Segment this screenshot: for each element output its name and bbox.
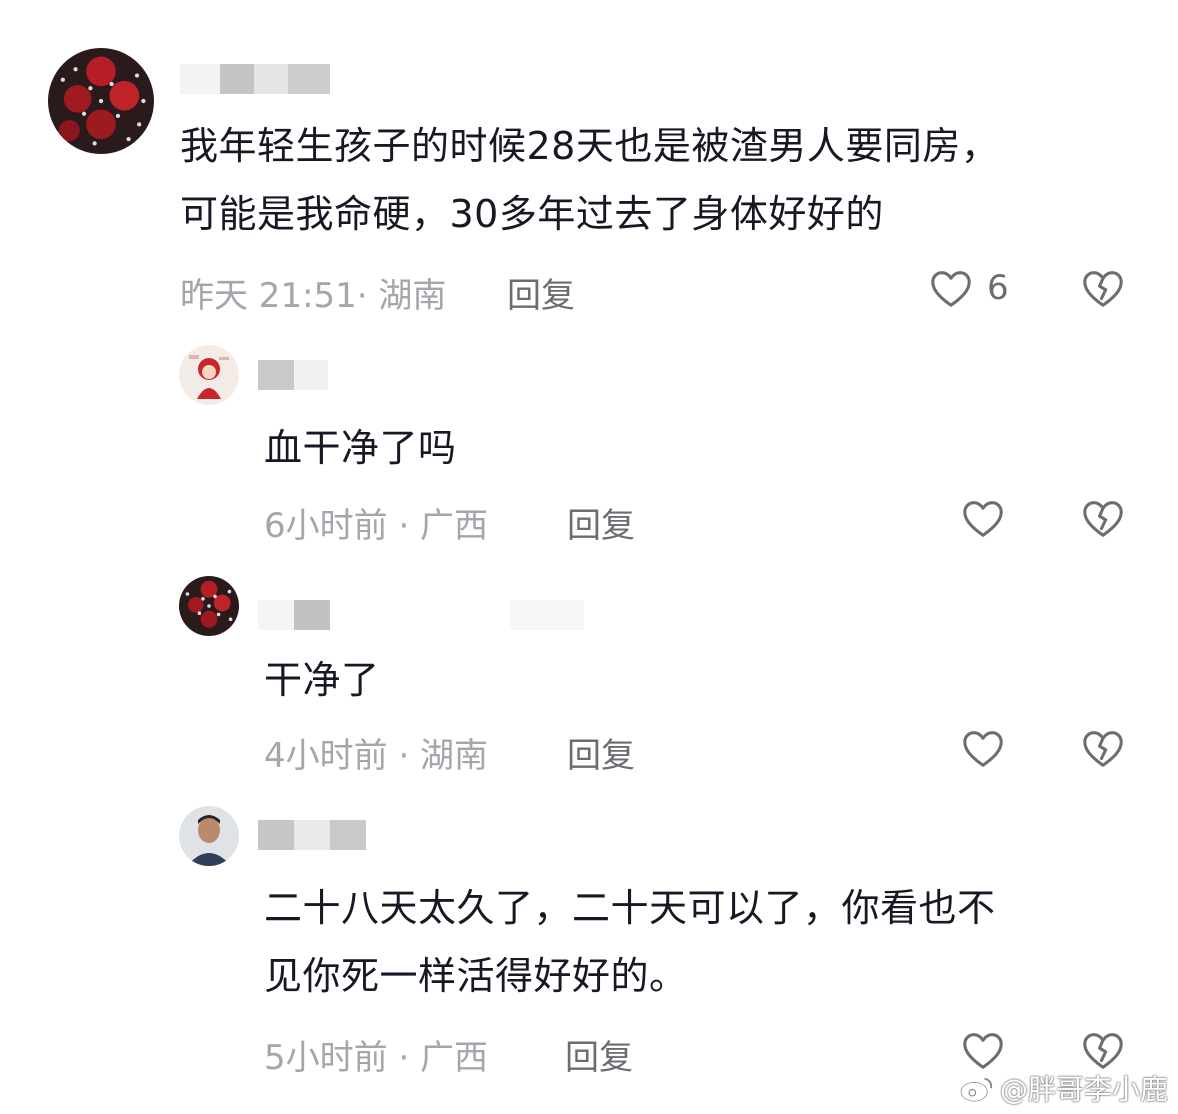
comment-meta: 4小时前 · 湖南 — [264, 736, 489, 776]
avatar-roses-image — [48, 48, 154, 154]
like-count: 6 — [987, 268, 1009, 308]
reply-button[interactable]: 回复 — [567, 728, 635, 777]
reply-comment-1: 血干净了吗 6小时前 · 广西 回复 — [0, 330, 1178, 560]
reply-button[interactable]: 回复 — [567, 498, 635, 547]
avatar-man-photo-image — [179, 806, 239, 866]
reply-button[interactable]: 回复 — [565, 1030, 633, 1079]
heart-outline-icon[interactable] — [960, 496, 1006, 542]
broken-heart-icon[interactable] — [1080, 266, 1126, 312]
username-redacted[interactable] — [258, 820, 366, 850]
avatar-roses-image — [179, 576, 239, 636]
broken-heart-icon[interactable] — [1080, 496, 1126, 542]
avatar-cartoon-girl-image — [179, 345, 239, 405]
username-redacted[interactable] — [258, 600, 584, 630]
comment-meta: 5小时前 · 广西 — [264, 1038, 489, 1078]
username-redacted[interactable] — [180, 64, 330, 94]
heart-outline-icon[interactable] — [928, 266, 974, 312]
comment-meta: 6小时前 · 广西 — [264, 506, 489, 546]
comment-text: 二十八天太久了，二十天可以了，你看也不 见你死一样活得好好的。 — [264, 886, 996, 998]
weibo-logo-icon — [959, 1077, 993, 1103]
broken-heart-icon[interactable] — [1080, 726, 1126, 772]
heart-outline-icon[interactable] — [960, 726, 1006, 772]
username-redacted[interactable] — [258, 360, 328, 390]
reply-comment-2: 干净了 4小时前 · 湖南 回复 — [0, 560, 1178, 790]
reply-comment-3: 二十八天太久了，二十天可以了，你看也不 见你死一样活得好好的。 5小时前 · 广… — [0, 790, 1178, 1114]
weibo-watermark: @胖哥李小鹿 — [958, 1068, 1168, 1108]
comment-text: 血干净了吗 — [264, 426, 457, 470]
avatar[interactable] — [179, 345, 239, 405]
watermark-text: @胖哥李小鹿 — [999, 1073, 1168, 1106]
avatar[interactable] — [179, 806, 239, 866]
reply-button[interactable]: 回复 — [507, 268, 575, 317]
avatar[interactable] — [48, 48, 154, 154]
avatar[interactable] — [179, 576, 239, 636]
comment-text: 我年轻生孩子的时候28天也是被渣男人要同房， 可能是我命硬，30多年过去了身体好… — [180, 124, 1000, 236]
comment-text: 干净了 — [264, 658, 380, 702]
comment-1: 我年轻生孩子的时候28天也是被渣男人要同房， 可能是我命硬，30多年过去了身体好… — [0, 0, 1178, 330]
comment-meta: 昨天 21:51· 湖南 — [180, 276, 447, 316]
